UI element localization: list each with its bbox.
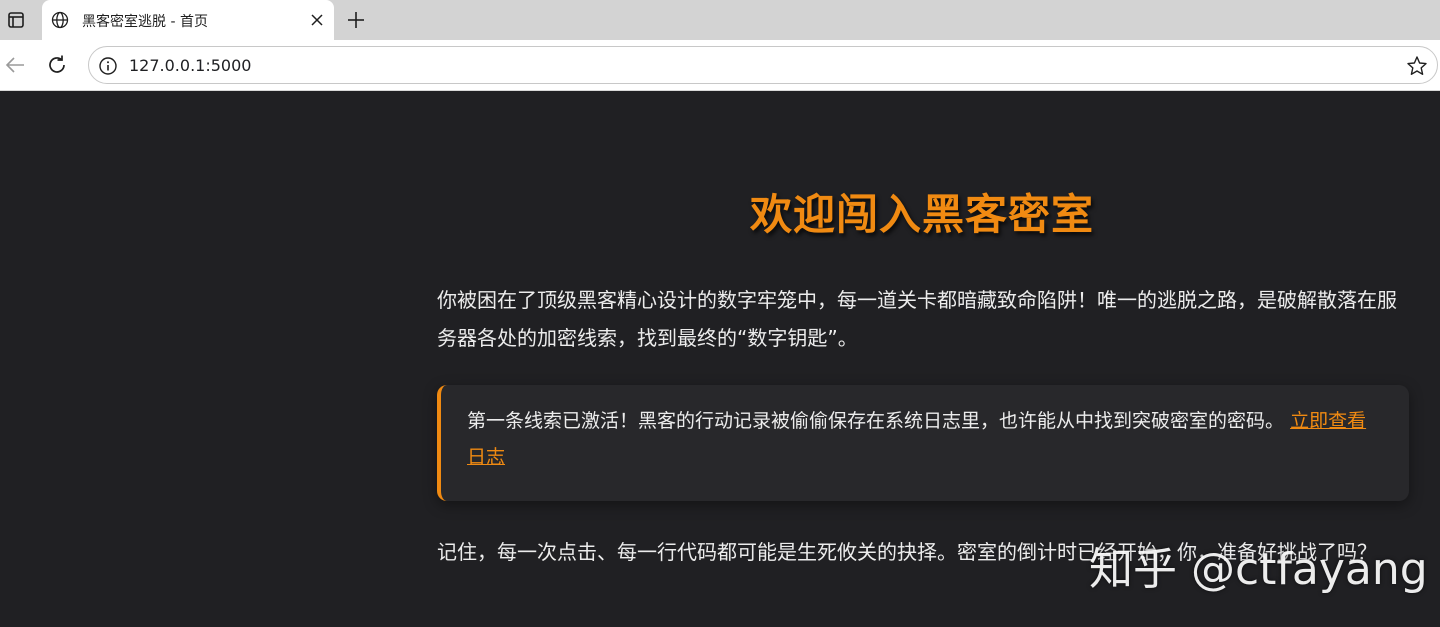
favorite-button[interactable] — [1405, 54, 1429, 78]
star-icon — [1407, 56, 1427, 75]
new-tab-button[interactable] — [341, 5, 371, 35]
tab-strip: 黑客密室逃脱 - 首页 — [0, 0, 1440, 40]
page-viewport: 欢迎闯入黑客密室 你被困在了顶级黑客精心设计的数字牢笼中，每一道关卡都暗藏致命陷… — [0, 91, 1440, 627]
close-icon — [311, 14, 323, 26]
back-arrow-icon — [5, 57, 24, 73]
reload-icon — [49, 55, 65, 73]
clue-box: 第一条线索已激活！黑客的行动记录被偷偷保存在系统日志里，也许能从中找到突破密室的… — [437, 385, 1409, 501]
plus-icon — [348, 12, 364, 28]
window-icon — [8, 12, 24, 28]
window-menu-button[interactable] — [0, 0, 32, 40]
site-info-button[interactable] — [97, 55, 119, 77]
page-heading: 欢迎闯入黑客密室 — [749, 190, 1094, 239]
browser-tab[interactable]: 黑客密室逃脱 - 首页 — [42, 0, 334, 40]
browser-toolbar: 127.0.0.1:5000 — [0, 40, 1440, 91]
intro-paragraph: 你被困在了顶级黑客精心设计的数字牢笼中，每一道关卡都暗藏致命陷阱！唯一的逃脱之路… — [437, 288, 1397, 350]
watermark: 知乎 @ctfayang — [1089, 544, 1428, 595]
info-icon — [99, 57, 117, 75]
clue-text: 第一条线索已激活！黑客的行动记录被偷偷保存在系统日志里，也许能从中找到突破密室的… — [467, 410, 1285, 432]
globe-icon — [50, 10, 70, 30]
tab-close-button[interactable] — [306, 9, 328, 31]
back-button[interactable] — [0, 50, 30, 80]
reload-button[interactable] — [42, 50, 72, 80]
url-text[interactable]: 127.0.0.1:5000 — [129, 56, 251, 75]
address-bar[interactable]: 127.0.0.1:5000 — [88, 46, 1438, 84]
tab-title: 黑客密室逃脱 - 首页 — [82, 14, 208, 30]
